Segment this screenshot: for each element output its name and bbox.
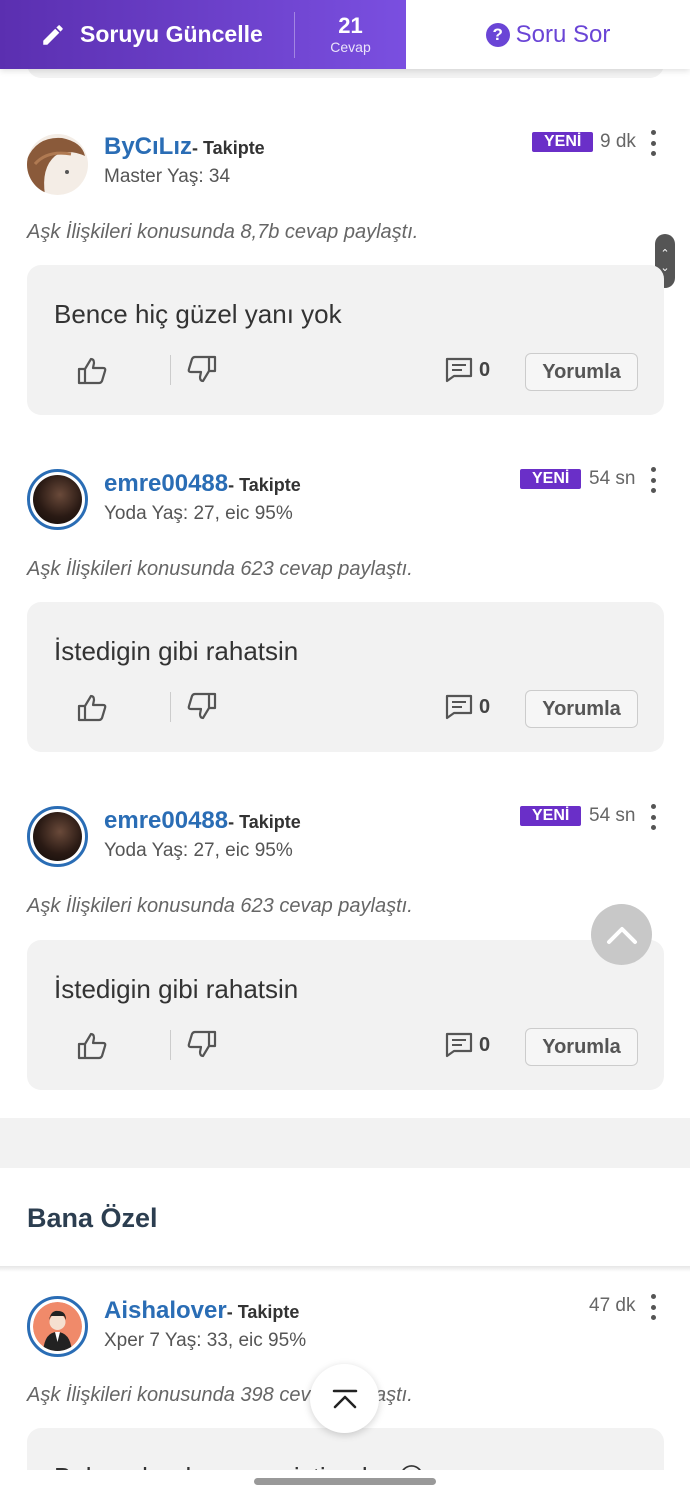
divider	[170, 692, 171, 722]
question-owner-actions: Soruyu Güncelle 21 Cevap	[0, 0, 406, 69]
avatar[interactable]	[27, 1296, 88, 1357]
answer-text: İstedigin gibi rahatsin	[54, 636, 299, 666]
section-title: Bana Özel	[27, 1203, 158, 1233]
answer-username[interactable]: ByCıLız- Takipte	[104, 133, 265, 161]
topic-summary: Aşk İlişkileri konusunda 623 cevap payla…	[27, 558, 413, 580]
answer-text: Bakma bunlar ne ne istiyorlar 😊	[54, 1462, 425, 1470]
update-question-label: Soruyu Güncelle	[80, 21, 263, 47]
user-level: Xper 7 Yaş: 33, eic 95%	[104, 1330, 307, 1351]
divider	[170, 1030, 171, 1060]
avatar[interactable]	[27, 134, 88, 195]
new-badge: YENİ	[520, 806, 582, 826]
top-action-bar: Soruyu Güncelle 21 Cevap ? Soru Sor	[0, 0, 690, 69]
thumbs-up-icon[interactable]	[77, 694, 107, 722]
answer-time: 9 dk	[600, 131, 636, 152]
avatar-image	[33, 812, 82, 861]
topic-summary: Aşk İlişkileri konusunda 8,7b cevap payl…	[27, 221, 419, 243]
answer-card: Bence hiç güzel yanı yok 0 Yorumla	[27, 265, 664, 415]
username-text[interactable]: emre00488	[104, 470, 228, 497]
ask-question-button[interactable]: ? Soru Sor	[485, 20, 611, 49]
system-home-indicator[interactable]	[254, 1478, 436, 1485]
answer-username[interactable]: Aishalover- Takipte	[104, 1297, 299, 1325]
username-text[interactable]: Aishalover	[104, 1297, 227, 1324]
answer-count-number: 21	[338, 12, 363, 38]
comment-button[interactable]: Yorumla	[525, 1028, 638, 1066]
user-level: Yoda Yaş: 27, eic 95%	[104, 840, 293, 861]
username-text[interactable]: emre00488	[104, 807, 228, 834]
avatar-image	[33, 475, 82, 524]
more-options-icon[interactable]	[644, 1294, 662, 1320]
answer-text: İstedigin gibi rahatsin	[54, 974, 299, 1004]
answer-count-label: Cevap	[330, 38, 371, 55]
comment-count: 0	[479, 1034, 491, 1056]
avatar-image	[27, 134, 88, 195]
answer-card: İstedigin gibi rahatsin 0 Yorumla	[27, 940, 664, 1090]
double-chevron-up-icon	[332, 1389, 357, 1408]
follow-status: - Takipte	[192, 138, 265, 158]
avatar[interactable]	[27, 469, 88, 530]
new-badge: YENİ	[520, 469, 582, 489]
more-options-icon[interactable]	[644, 467, 662, 493]
comment-count: 0	[479, 696, 491, 718]
question-mark-icon: ?	[485, 22, 510, 47]
follow-status: - Takipte	[226, 1302, 300, 1322]
update-question-button[interactable]: Soruyu Güncelle	[0, 0, 294, 69]
ask-question-label: Soru Sor	[515, 20, 611, 48]
comment-icon[interactable]	[445, 357, 473, 383]
thumbs-down-icon[interactable]	[187, 692, 217, 720]
follow-status: - Takipte	[228, 475, 301, 495]
section-divider	[0, 1118, 690, 1168]
collapse-answers-button[interactable]	[310, 1364, 379, 1433]
divider	[170, 355, 171, 385]
answer-time: 47 dk	[589, 1295, 636, 1316]
comment-icon[interactable]	[445, 694, 473, 720]
pencil-icon	[43, 24, 63, 45]
answer-time: 54 sn	[589, 468, 636, 489]
topic-summary: Aşk İlişkileri konusunda 623 cevap payla…	[27, 895, 413, 917]
ask-question-area: ? Soru Sor	[406, 0, 690, 69]
user-level: Master Yaş: 34	[104, 166, 231, 187]
chevron-up-icon: ⌃	[660, 248, 670, 260]
answer-username[interactable]: emre00488- Takipte	[104, 807, 301, 835]
new-badge: YENİ	[532, 132, 594, 152]
answer-username[interactable]: emre00488- Takipte	[104, 470, 301, 498]
thumbs-down-icon[interactable]	[187, 355, 217, 383]
thumbs-down-icon[interactable]	[187, 1030, 217, 1058]
section-divider	[0, 1266, 690, 1272]
username-text[interactable]: ByCıLız	[104, 133, 192, 160]
user-level: Yoda Yaş: 27, eic 95%	[104, 503, 293, 524]
answer-count[interactable]: 21 Cevap	[295, 12, 406, 55]
more-options-icon[interactable]	[644, 130, 662, 156]
thumbs-up-icon[interactable]	[77, 357, 107, 385]
answer-card: İstedigin gibi rahatsin 0 Yorumla	[27, 602, 664, 752]
answer-text: Bence hiç güzel yanı yok	[54, 299, 342, 329]
answer-card: Bakma bunlar ne ne istiyorlar 😊	[27, 1428, 664, 1470]
avatar-image	[33, 1302, 82, 1351]
follow-status: - Takipte	[228, 812, 301, 832]
scroll-to-top-button[interactable]	[591, 904, 652, 965]
comment-button[interactable]: Yorumla	[525, 353, 638, 391]
comment-count: 0	[479, 359, 491, 381]
chevron-up-icon	[606, 926, 637, 944]
avatar[interactable]	[27, 806, 88, 867]
thumbs-up-icon[interactable]	[77, 1032, 107, 1060]
comment-icon[interactable]	[445, 1032, 473, 1058]
answer-time: 54 sn	[589, 805, 636, 826]
comment-button[interactable]: Yorumla	[525, 690, 638, 728]
more-options-icon[interactable]	[644, 804, 662, 830]
